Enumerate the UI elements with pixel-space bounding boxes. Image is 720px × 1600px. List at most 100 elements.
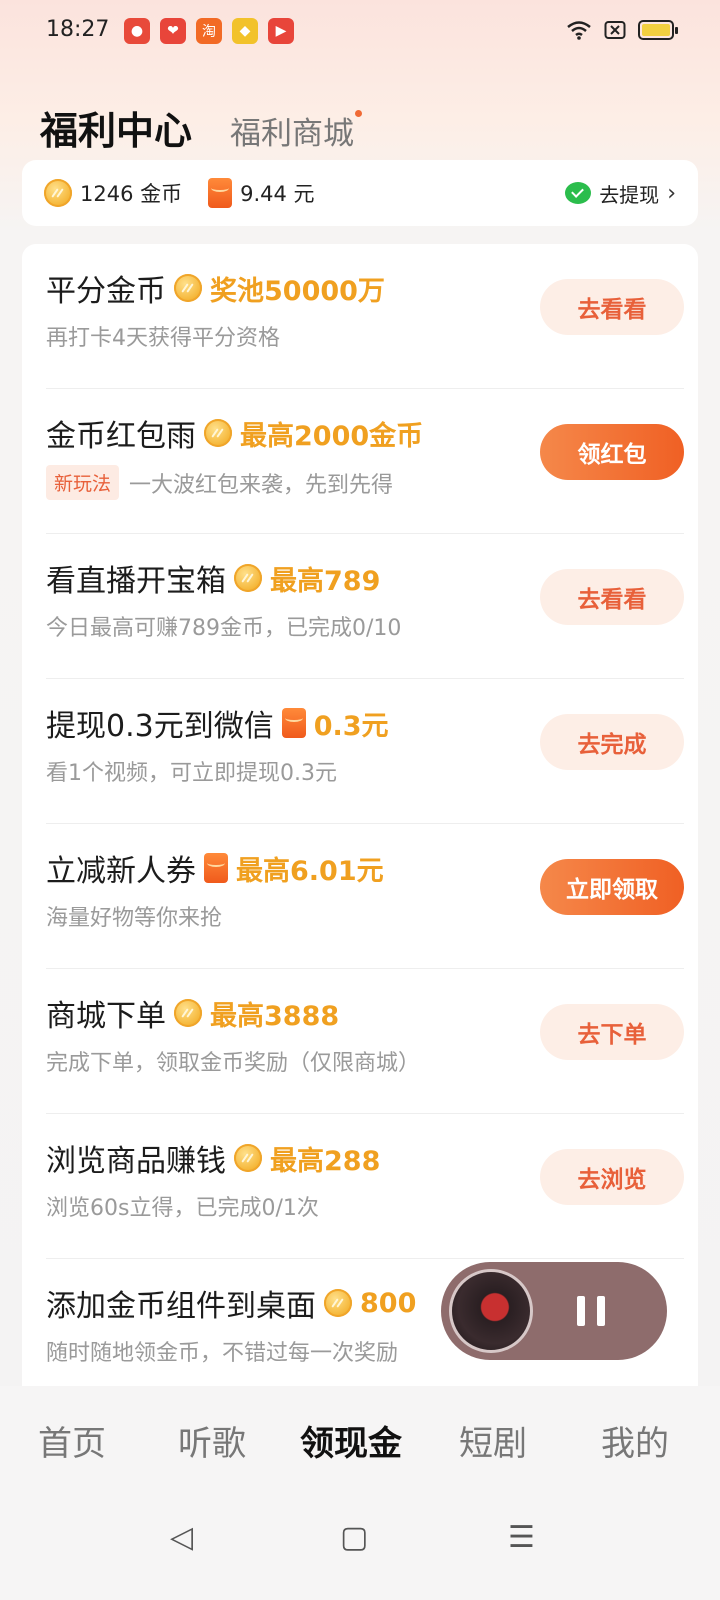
task-row[interactable]: 金币红包雨 最高2000金币新玩法 一大波红包来袭，先到先得 领红包 <box>46 389 684 534</box>
task-reward: 最高288 <box>270 1145 381 1177</box>
task-reward: 最高789 <box>270 565 381 597</box>
task-action-button[interactable]: 去完成 <box>540 714 684 770</box>
task-title: 提现0.3元到微信 <box>46 709 274 744</box>
withdraw-button[interactable]: 去提现 › <box>565 179 676 208</box>
task-row[interactable]: 平分金币 奖池50000万再打卡4天获得平分资格 去看看 <box>46 244 684 389</box>
tab-welfare-center[interactable]: 福利中心 <box>40 100 192 155</box>
pause-icon-bar <box>597 1296 605 1326</box>
task-subtitle-line: 海量好物等你来抢 <box>46 900 222 932</box>
task-description: 海量好物等你来抢 <box>46 906 223 931</box>
task-subtitle-line: 再打卡4天获得平分资格 <box>46 320 280 352</box>
task-row[interactable]: 提现0.3元到微信 0.3元看1个视频，可立即提现0.3元 去完成 <box>46 679 684 824</box>
task-title: 添加金币组件到桌面 <box>46 1289 316 1324</box>
task-reward: 最高3888 <box>210 1000 340 1032</box>
task-description: 看1个视频，可立即提现0.3元 <box>46 761 337 786</box>
task-reward: 0.3元 <box>313 710 389 742</box>
tab-welfare-mall[interactable]: 福利商城 <box>230 108 363 155</box>
task-description: 浏览60s立得，已完成0/1次 <box>46 1196 319 1221</box>
task-subtitle-line: 新玩法 一大波红包来袭，先到先得 <box>46 465 393 500</box>
home-icon[interactable]: ▢ <box>340 1520 368 1555</box>
task-title: 金币红包雨 <box>46 419 196 454</box>
shield-app-icon: ◆ <box>232 18 258 44</box>
album-cover[interactable] <box>449 1269 533 1353</box>
mini-player[interactable] <box>441 1262 667 1360</box>
withdraw-label: 去提现 <box>599 182 660 207</box>
task-subtitle-line: 看1个视频，可立即提现0.3元 <box>46 755 337 787</box>
nav-music[interactable]: 听歌 <box>178 1416 246 1465</box>
task-description: 完成下单，领取金币奖励（仅限商城） <box>46 1051 421 1076</box>
coin-balance[interactable]: 1246 金币 <box>44 178 182 208</box>
task-reward: 最高2000金币 <box>240 420 424 452</box>
task-title-line: 立减新人券 最高6.01元 <box>46 846 384 890</box>
wechat-icon <box>565 182 592 204</box>
task-description: 今日最高可赚789金币，已完成0/10 <box>46 616 402 641</box>
task-row[interactable]: 浏览商品赚钱 最高288 浏览60s立得，已完成0/1次 去浏览 <box>46 1114 684 1259</box>
bottom-nav: 首页 听歌 领现金 短剧 我的 <box>0 1386 720 1490</box>
task-reward: 800 <box>360 1287 417 1319</box>
task-subtitle-line: 今日最高可赚789金币，已完成0/10 <box>46 610 401 642</box>
back-icon[interactable]: ◁ <box>170 1520 193 1555</box>
system-nav-bar: ◁ ▢ ☰ <box>0 1490 720 1600</box>
taobao-app-icon: 淘 <box>196 18 222 44</box>
wifi-icon <box>567 21 591 40</box>
battery-icon <box>638 20 678 40</box>
nav-home[interactable]: 首页 <box>38 1416 106 1465</box>
coin-icon <box>204 419 232 447</box>
task-description: 一大波红包来袭，先到先得 <box>129 472 394 498</box>
coin-icon <box>234 1144 262 1172</box>
new-feature-badge: 新玩法 <box>46 465 120 500</box>
task-action-button[interactable]: 去看看 <box>540 279 684 335</box>
task-description: 再打卡4天获得平分资格 <box>46 326 280 351</box>
task-title-line: 平分金币 奖池50000万 <box>46 266 385 310</box>
cash-balance[interactable]: 9.44 元 <box>208 178 315 208</box>
coin-icon <box>174 999 202 1027</box>
red-packet-icon <box>281 708 306 738</box>
task-action-button[interactable]: 领红包 <box>540 424 684 480</box>
task-title: 平分金币 <box>46 274 166 309</box>
task-reward: 最高6.01元 <box>236 855 384 887</box>
nav-profile[interactable]: 我的 <box>601 1416 669 1465</box>
status-time: 18:27 <box>46 17 110 42</box>
pause-button[interactable] <box>577 1296 605 1326</box>
task-action-button[interactable]: 去下单 <box>540 1004 684 1060</box>
task-row[interactable]: 看直播开宝箱 最高789 今日最高可赚789金币，已完成0/10 去看看 <box>46 534 684 679</box>
task-subtitle-line: 浏览60s立得，已完成0/1次 <box>46 1190 319 1222</box>
task-action-button[interactable]: 去看看 <box>540 569 684 625</box>
notification-icons: ● ❤ 淘 ◆ ▶ <box>124 18 294 44</box>
task-title: 商城下单 <box>46 999 166 1034</box>
task-title: 立减新人券 <box>46 854 196 889</box>
status-bar: 18:27 ● ❤ 淘 ◆ ▶ <box>0 0 720 64</box>
tab-welfare-mall-label: 福利商城 <box>230 116 355 152</box>
task-title-line: 看直播开宝箱 最高789 <box>46 556 380 600</box>
nav-short-drama[interactable]: 短剧 <box>459 1416 527 1465</box>
red-packet-icon <box>204 853 228 883</box>
coin-balance-text: 1246 金币 <box>80 182 183 206</box>
balance-card: 1246 金币 9.44 元 去提现 › <box>22 160 698 226</box>
play-app-icon: ▶ <box>268 18 294 44</box>
task-title: 浏览商品赚钱 <box>46 1144 226 1179</box>
task-action-button[interactable]: 去浏览 <box>540 1149 684 1205</box>
task-list: 平分金币 奖池50000万 再打卡4天获得平分资格 去看看 金币红包雨 最高2000金币新… <box>22 244 698 1394</box>
task-reward: 奖池50000万 <box>210 275 385 307</box>
task-description: 随时随地领金币，不错过每一次奖励 <box>46 1341 399 1366</box>
task-row[interactable]: 立减新人券 最高6.01元 海量好物等你来抢 立即领取 <box>46 824 684 969</box>
chevron-right-icon: › <box>667 180 676 206</box>
task-title-line: 金币红包雨 最高2000金币 <box>46 411 423 455</box>
task-row[interactable]: 商城下单 最高3888 完成下单，领取金币奖励（仅限商城） 去下单 <box>46 969 684 1114</box>
nav-cash[interactable]: 领现金 <box>300 1416 402 1465</box>
coin-icon <box>174 274 202 302</box>
menu-icon[interactable]: ☰ <box>508 1520 535 1555</box>
system-icons <box>566 20 678 40</box>
coin-icon <box>234 564 262 592</box>
task-title: 看直播开宝箱 <box>46 564 226 599</box>
coin-icon <box>324 1289 352 1317</box>
red-packet-icon <box>208 178 233 208</box>
pause-icon <box>577 1296 585 1326</box>
header-tabs: 福利中心 福利商城 <box>40 100 363 155</box>
task-title-line: 浏览商品赚钱 最高288 <box>46 1136 380 1180</box>
notification-dot <box>355 110 363 117</box>
coin-icon <box>44 179 72 207</box>
heart-app-icon: ❤ <box>160 18 186 44</box>
sim-disabled-icon <box>604 21 626 39</box>
task-action-button[interactable]: 立即领取 <box>540 859 684 915</box>
